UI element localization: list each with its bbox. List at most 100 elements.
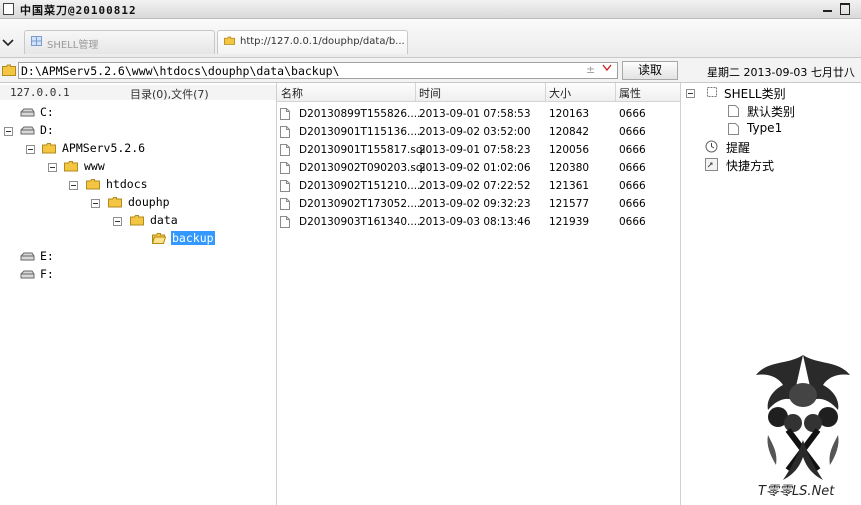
drive-icon — [20, 252, 35, 261]
file-name: D20130899T155826.... — [299, 108, 421, 120]
file-icon — [280, 198, 290, 210]
folder-icon — [224, 36, 235, 45]
tab-list-chevron-icon[interactable] — [0, 33, 18, 53]
tree-node-shortcut[interactable]: 快捷方式 — [686, 157, 856, 173]
file-icon — [280, 126, 290, 138]
collapse-toggle-icon[interactable] — [686, 89, 695, 98]
shortcut-icon — [705, 158, 718, 171]
file-row[interactable]: D20130901T155817.sql 2013-09-01 07:58:23… — [277, 141, 680, 159]
tree-node-data[interactable]: data — [0, 213, 270, 229]
tab-label: http://127.0.0.1/douphp/data/b... — [240, 36, 405, 47]
tree-node-douphp[interactable]: douphp — [0, 195, 270, 211]
file-name: D20130901T115136.... — [299, 126, 421, 138]
tree-node-drive-d[interactable]: D: — [0, 123, 270, 139]
tree-node-drive-c[interactable]: C: — [0, 105, 270, 121]
column-header-time[interactable]: 时间 — [419, 85, 441, 101]
tree-node-backup[interactable]: backup — [0, 231, 270, 247]
collapse-toggle-icon[interactable] — [91, 199, 100, 208]
collapse-toggle-icon[interactable] — [113, 217, 122, 226]
file-row[interactable]: D20130899T155826.... 2013-09-01 07:58:53… — [277, 105, 680, 123]
file-icon — [280, 108, 290, 120]
tree-node-htdocs[interactable]: htdocs — [0, 177, 270, 193]
file-row[interactable]: D20130902T151210.... 2013-09-02 07:22:52… — [277, 177, 680, 195]
file-attr: 0666 — [619, 180, 646, 192]
file-time: 2013-09-02 03:52:00 — [419, 126, 531, 138]
collapse-toggle-icon[interactable] — [26, 145, 35, 154]
watermark-text: T零零LS.Net — [758, 484, 835, 499]
drive-icon — [20, 126, 35, 135]
file-row[interactable]: D20130901T115136.... 2013-09-02 03:52:00… — [277, 123, 680, 141]
tab-shell-manager[interactable]: SHELL管理 — [24, 30, 215, 54]
tree-node-label: www — [84, 159, 105, 173]
column-header-size[interactable]: 大小 — [549, 85, 571, 101]
tree-node-default-category[interactable]: 默认类别 — [686, 103, 856, 119]
tree-node-label: E: — [40, 249, 54, 263]
folder-icon — [42, 143, 56, 154]
file-list-header: 名称 时间 大小 属性 — [277, 83, 680, 102]
file-time: 2013-09-02 09:32:23 — [419, 198, 531, 210]
file-row[interactable]: D20130902T173052.... 2013-09-02 09:32:23… — [277, 195, 680, 213]
open-folder-icon — [152, 233, 166, 244]
tree-node-reminder[interactable]: 提醒 — [686, 139, 856, 155]
read-button[interactable]: 读取 — [622, 61, 678, 80]
tree-node-label: APMServ5.2.6 — [62, 141, 146, 155]
collapse-toggle-icon[interactable] — [48, 163, 57, 172]
file-name: D20130902T151210.... — [299, 180, 421, 192]
file-attr: 0666 — [619, 126, 646, 138]
tree-node-label: 快捷方式 — [726, 159, 775, 173]
tree-node-label: D: — [40, 123, 54, 137]
tree-node-label: 默认类别 — [747, 105, 796, 119]
tree-node-type1[interactable]: Type1 — [686, 121, 856, 137]
file-icon — [280, 144, 290, 156]
tree-node-label: htdocs — [106, 177, 148, 191]
path-input[interactable]: D:\APMServ5.2.6\www\htdocs\douphp\data\b… — [18, 62, 618, 79]
file-time: 2013-09-02 07:22:52 — [419, 180, 531, 192]
file-size: 121939 — [549, 216, 590, 228]
file-size: 121577 — [549, 198, 590, 210]
app-icon — [3, 3, 14, 15]
file-name: D20130902T173052.... — [299, 198, 421, 210]
file-icon — [280, 216, 290, 228]
minimize-button[interactable] — [822, 2, 834, 16]
tree-node-label: C: — [40, 105, 54, 119]
file-size: 120056 — [549, 144, 590, 156]
clock-icon — [705, 140, 718, 153]
file-size: 120380 — [549, 162, 590, 174]
folder-icon — [108, 197, 122, 208]
collapse-toggle-icon[interactable] — [69, 181, 78, 190]
file-attr: 0666 — [619, 144, 646, 156]
tree-node-label: Type1 — [747, 121, 783, 135]
chevron-down-icon[interactable] — [602, 64, 612, 75]
file-time: 2013-09-01 07:58:53 — [419, 108, 531, 120]
file-attr: 0666 — [619, 162, 646, 174]
tab-file-manager[interactable]: http://127.0.0.1/douphp/data/b... — [217, 30, 408, 54]
plus-minus-icon[interactable]: ± — [586, 63, 595, 76]
directory-stats: 目录(0),文件(7) — [130, 88, 209, 101]
page-icon — [728, 123, 739, 135]
tree-node-drive-e[interactable]: E: — [0, 249, 270, 265]
collapse-toggle-icon[interactable] — [4, 127, 13, 136]
folder-icon — [64, 161, 78, 172]
tree-node-apmserv[interactable]: APMServ5.2.6 — [0, 141, 270, 157]
tree-node-drive-f[interactable]: F: — [0, 267, 270, 283]
folder-icon — [86, 179, 100, 190]
folder-icon — [2, 64, 16, 76]
file-icon — [280, 180, 290, 192]
file-size: 120163 — [549, 108, 590, 120]
file-name: D20130903T161340.... — [299, 216, 421, 228]
tree-node-label: F: — [40, 267, 54, 281]
file-time: 2013-09-02 01:02:06 — [419, 162, 531, 174]
file-name: D20130902T090203.sql — [299, 162, 426, 174]
maximize-button[interactable] — [840, 3, 850, 15]
tree-node-shell-category[interactable]: SHELL类别 — [686, 85, 856, 101]
column-header-name[interactable]: 名称 — [281, 85, 303, 101]
file-name: D20130901T155817.sql — [299, 144, 426, 156]
column-header-attr[interactable]: 属性 — [619, 85, 641, 101]
file-row[interactable]: D20130903T161340.... 2013-09-03 08:13:46… — [277, 213, 680, 231]
tree-node-www[interactable]: www — [0, 159, 270, 175]
file-size: 120842 — [549, 126, 590, 138]
file-row[interactable]: D20130902T090203.sql 2013-09-02 01:02:06… — [277, 159, 680, 177]
tree-node-label-selected: backup — [171, 231, 215, 245]
file-attr: 0666 — [619, 198, 646, 210]
tree-node-label: douphp — [128, 195, 170, 209]
